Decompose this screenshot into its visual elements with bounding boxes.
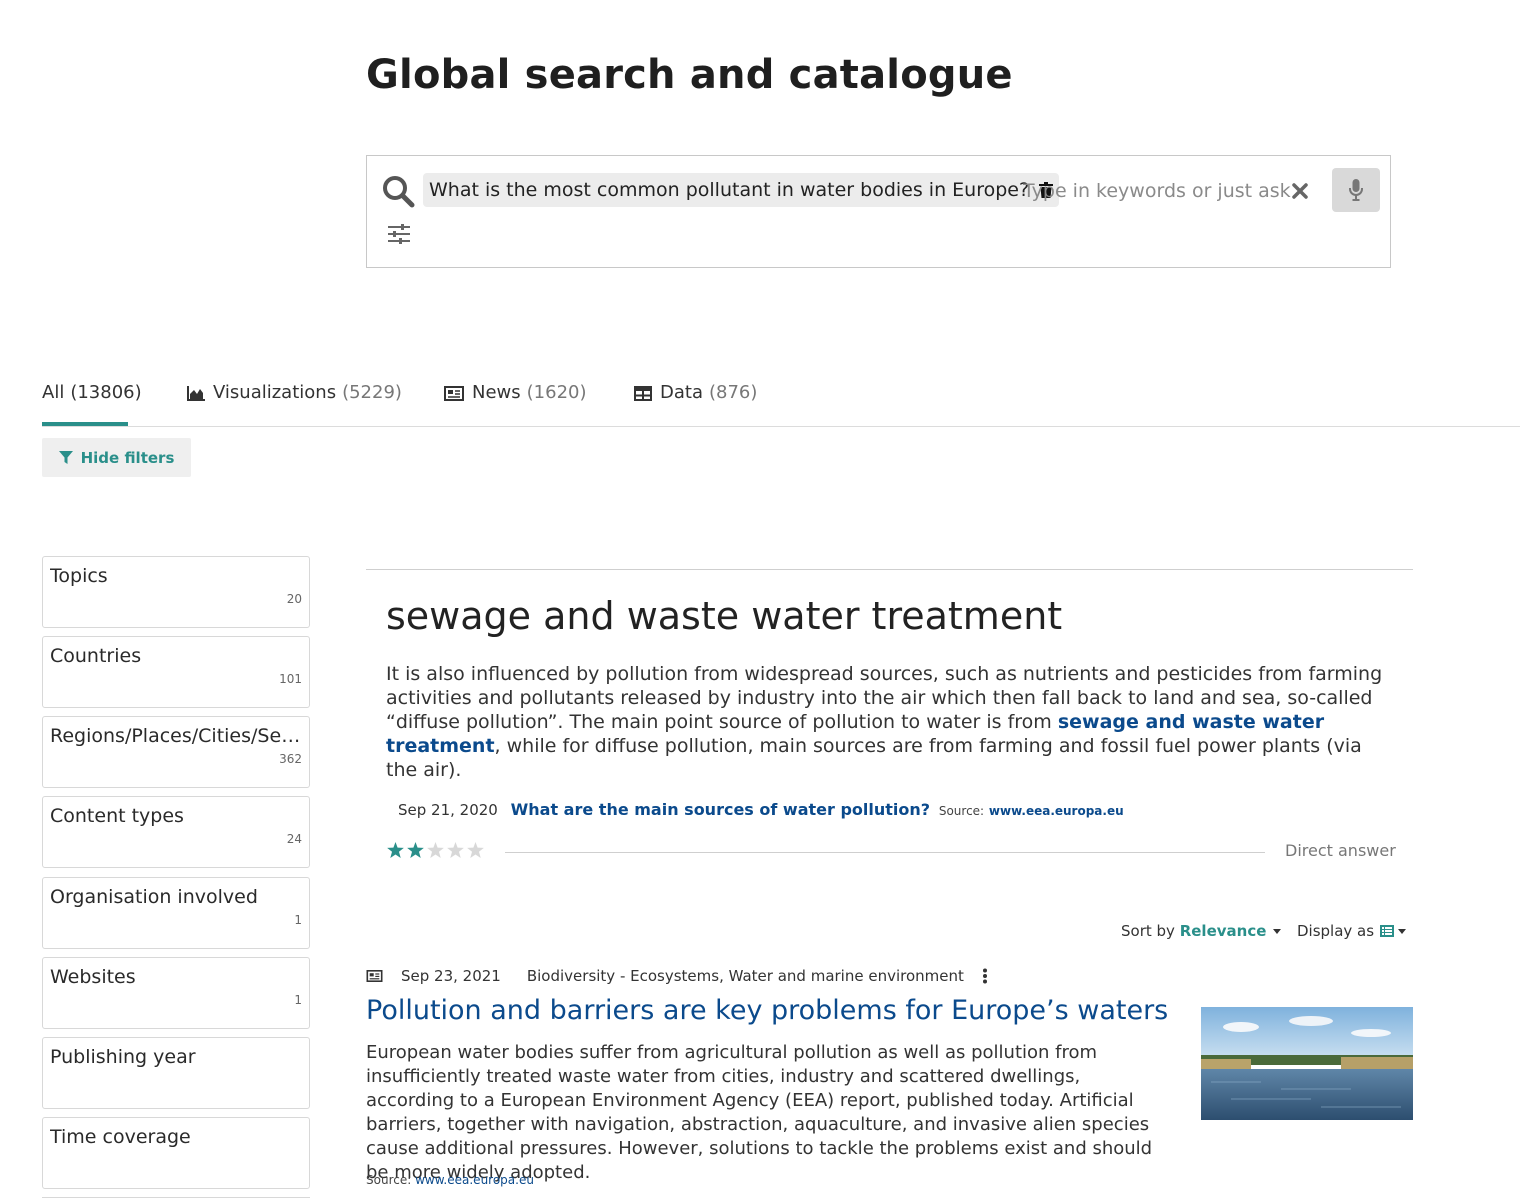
tab-all[interactable]: All (13806): [42, 382, 142, 426]
hide-filters-button[interactable]: Hide filters: [42, 438, 191, 477]
result-date: Sep 23, 2021: [401, 967, 501, 985]
facet-organisation[interactable]: Organisation involved 1: [42, 877, 310, 949]
tab-label: News: [472, 382, 521, 403]
tab-count: (1620): [526, 382, 587, 403]
facet-label: Regions/Places/Cities/Seas...: [50, 725, 305, 747]
answer-text-after: , while for diffuse pollution, main sour…: [386, 735, 1362, 781]
answer-divider: [505, 852, 1265, 853]
caret-down-icon: [1398, 928, 1407, 934]
tab-label: Data: [660, 382, 703, 403]
result-description: European water bodies suffer from agricu…: [366, 1042, 1153, 1183]
facet-label: Organisation involved: [50, 886, 258, 908]
result-source-domain[interactable]: www.eea.europa.eu: [415, 1173, 534, 1187]
facet-label: Publishing year: [50, 1046, 196, 1068]
tab-data[interactable]: Data (876): [634, 382, 757, 426]
sort-dropdown[interactable]: Sort by Relevance: [1121, 922, 1282, 940]
facet-count: 24: [286, 832, 302, 846]
search-icon[interactable]: [381, 174, 415, 208]
star-empty-icon[interactable]: [467, 842, 484, 858]
microphone-icon: [1349, 179, 1363, 201]
result-source: Source: www.eea.europa.eu: [366, 1173, 534, 1187]
tab-label: Visualizations: [213, 382, 337, 403]
facet-count: 20: [286, 592, 302, 606]
star-filled-icon[interactable]: [407, 842, 424, 858]
close-icon[interactable]: [1292, 183, 1308, 199]
facet-count: 362: [279, 752, 302, 766]
query-chip[interactable]: What is the most common pollutant in wat…: [423, 173, 1060, 207]
facet-time-coverage[interactable]: Time coverage: [42, 1117, 310, 1189]
search-input[interactable]: Type in keywords or just ask: [1023, 180, 1291, 202]
star-empty-icon[interactable]: [427, 842, 444, 858]
facet-count: 1: [294, 913, 302, 927]
answer-source-domain[interactable]: www.eea.europa.eu: [989, 804, 1124, 818]
newspaper-icon: [366, 970, 383, 982]
result-topics: Biodiversity - Ecosystems, Water and mar…: [526, 967, 964, 985]
sort-label: Sort by: [1121, 922, 1175, 940]
tab-count: (5229): [342, 382, 402, 403]
facet-countries[interactable]: Countries 101: [42, 636, 310, 708]
facet-label: Countries: [50, 645, 142, 667]
content-type-tabs: All (13806) Visualizations (5229) News (…: [42, 382, 1520, 427]
tab-label: All: [42, 382, 65, 403]
tab-count: (876): [708, 382, 758, 403]
query-text: What is the most common pollutant in wat…: [429, 179, 1030, 201]
facet-content-types[interactable]: Content types 24: [42, 796, 310, 868]
direct-answer-badge: Direct answer: [1285, 841, 1396, 860]
facet-next-edge: [42, 1197, 310, 1201]
voice-search-button[interactable]: [1332, 168, 1380, 212]
caret-down-icon: [1273, 929, 1282, 934]
star-empty-icon[interactable]: [447, 842, 464, 858]
chart-area-icon: [187, 386, 205, 401]
facet-label: Time coverage: [50, 1126, 191, 1148]
page-title: Global search and catalogue: [366, 52, 1013, 98]
answer-source-link[interactable]: What are the main sources of water pollu…: [511, 800, 930, 819]
result-meta: Sep 23, 2021 Biodiversity - Ecosystems, …: [366, 967, 988, 985]
newspaper-icon: [444, 386, 464, 401]
answer-date: Sep 21, 2020: [398, 801, 498, 819]
answer-text: It is also influenced by pollution from …: [386, 662, 1386, 782]
table-icon: [634, 386, 652, 401]
result-source-label: Source:: [366, 1173, 412, 1187]
facet-regions[interactable]: Regions/Places/Cities/Seas... 362: [42, 716, 310, 788]
star-filled-icon[interactable]: [387, 842, 404, 858]
display-dropdown[interactable]: Display as: [1297, 922, 1407, 940]
facet-count: 1: [294, 993, 302, 1007]
result-thumbnail[interactable]: [1201, 1007, 1413, 1120]
answer-meta: Sep 21, 2020 What are the main sources o…: [398, 800, 1124, 819]
tab-visualizations[interactable]: Visualizations (5229): [187, 382, 402, 426]
facet-label: Topics: [50, 565, 108, 587]
search-box[interactable]: What is the most common pollutant in wat…: [366, 155, 1391, 268]
facet-label: Content types: [50, 805, 184, 827]
more-options-icon[interactable]: [982, 968, 988, 984]
filter-icon: [58, 450, 73, 464]
answer-source-label: Source:: [938, 804, 985, 818]
answer-rating: [387, 842, 484, 858]
sort-value: Relevance: [1179, 922, 1267, 940]
result-title-link[interactable]: Pollution and barriers are key problems …: [366, 995, 1168, 1026]
sliders-icon[interactable]: [387, 224, 411, 244]
tab-news[interactable]: News (1620): [444, 382, 587, 426]
facet-topics[interactable]: Topics 20: [42, 556, 310, 628]
facet-websites[interactable]: Websites 1: [42, 957, 310, 1029]
answer-divider-top: [366, 569, 1413, 570]
answer-title: sewage and waste water treatment: [386, 594, 1063, 638]
hide-filters-label: Hide filters: [80, 448, 175, 467]
facet-publishing-year[interactable]: Publishing year: [42, 1037, 310, 1109]
list-view-icon: [1380, 925, 1395, 937]
facet-count: 101: [279, 672, 302, 686]
display-label: Display as: [1297, 922, 1375, 940]
facet-label: Websites: [50, 966, 136, 988]
tab-count: (13806): [70, 382, 142, 403]
